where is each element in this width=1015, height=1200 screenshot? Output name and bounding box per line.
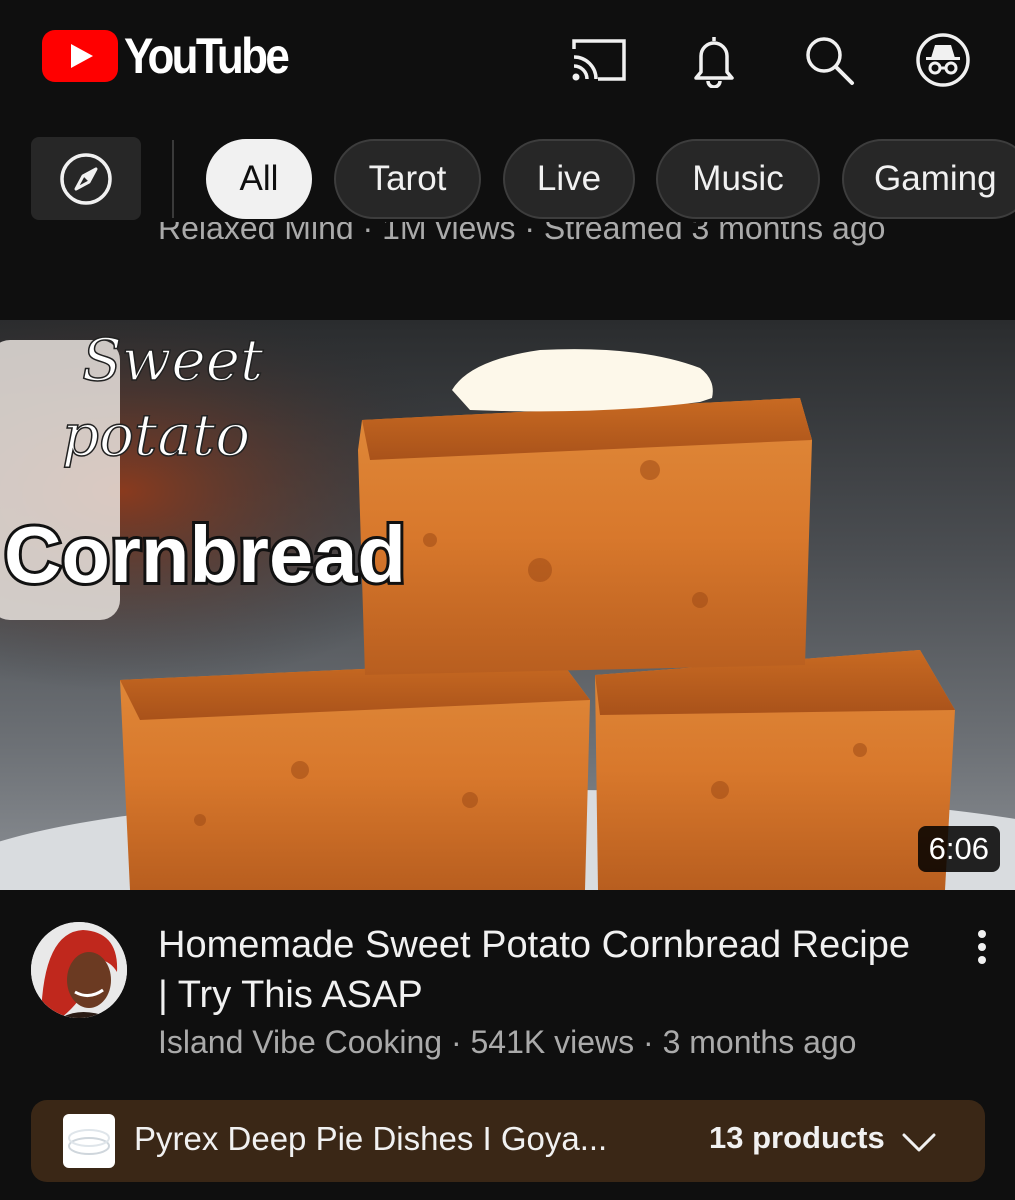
more-options-icon[interactable]: [960, 925, 1004, 969]
video-thumbnail[interactable]: Sweet potato Cornbread 6:06: [0, 320, 1015, 890]
chip-all[interactable]: All: [206, 139, 312, 219]
cast-icon[interactable]: [569, 30, 629, 90]
thumbnail-text-potato: potato: [62, 401, 250, 469]
product-count: 13 products: [709, 1120, 885, 1155]
chevron-down-icon: [902, 1133, 936, 1152]
channel-avatar[interactable]: [31, 922, 127, 1018]
channel-name[interactable]: Island Vibe Cooking: [158, 1024, 442, 1060]
separator: ·: [442, 1024, 471, 1060]
chip-live[interactable]: Live: [503, 139, 635, 219]
search-icon[interactable]: [799, 30, 859, 90]
thumbnail-text-sweet: Sweet: [82, 326, 264, 394]
duration-badge: 6:06: [917, 826, 1000, 872]
compass-icon: [60, 152, 112, 205]
category-chips: All Tarot Live Music Gaming: [0, 136, 1015, 222]
top-app-bar: YouTube: [0, 0, 1015, 118]
product-thumbnail: [63, 1114, 115, 1168]
products-bar[interactable]: Pyrex Deep Pie Dishes I Goya... 13 produ…: [31, 1100, 985, 1182]
video-title[interactable]: Homemade Sweet Potato Cornbread Recipe |…: [158, 920, 918, 1020]
separator: ·: [634, 1024, 663, 1060]
view-count: 541K views: [470, 1024, 635, 1060]
bell-icon[interactable]: [684, 30, 744, 90]
youtube-logo[interactable]: YouTube: [42, 30, 309, 82]
logo-wordmark: YouTube: [124, 28, 290, 84]
explore-button[interactable]: [31, 137, 141, 220]
video-subline: Island Vibe Cooking · 541K views · 3 mon…: [158, 1024, 856, 1061]
cornbread-image: Sweet potato Cornbread: [0, 320, 1015, 890]
thumbnail-text-cornbread: Cornbread: [4, 510, 406, 599]
incognito-icon[interactable]: [913, 30, 973, 90]
product-title: Pyrex Deep Pie Dishes I Goya...: [134, 1120, 608, 1157]
previous-video-meta: Relaxed Mind · 1M views · Streamed 3 mon…: [158, 222, 886, 246]
chip-music[interactable]: Music: [656, 139, 820, 219]
chip-tarot[interactable]: Tarot: [334, 139, 481, 219]
chips-divider: [172, 140, 174, 218]
upload-age: 3 months ago: [662, 1024, 857, 1060]
play-logo-icon: [42, 30, 118, 82]
chip-gaming[interactable]: Gaming: [842, 139, 1015, 219]
